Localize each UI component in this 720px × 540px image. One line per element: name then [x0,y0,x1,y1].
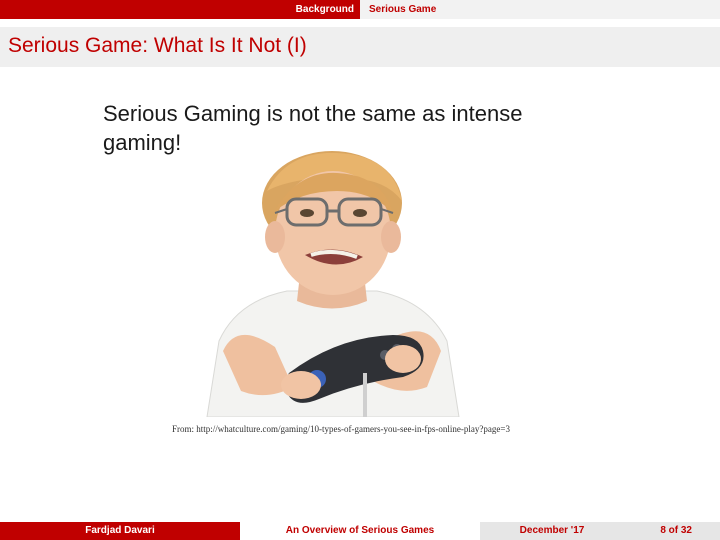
boy-with-game-controller-photo [197,151,467,417]
slide-title-bar: Serious Game: What Is It Not (I) [0,27,720,67]
slide-footer: Fardjad Davari An Overview of Serious Ga… [0,522,720,540]
page-counter: 8 of 32 [660,525,692,536]
slide-statement: Serious Gaming is not the same as intens… [103,101,523,155]
footer-author: Fardjad Davari [0,522,240,540]
footer-talk-title: An Overview of Serious Games [240,522,480,540]
section-navigation-bar: Background Serious Game [0,0,720,19]
slide-title: Serious Game: What Is It Not (I) [8,34,307,57]
footer-page-number: 8 of 32 [624,522,720,540]
nav-section-background[interactable]: Background [296,3,354,16]
nav-subsection-serious-game[interactable]: Serious Game [369,3,436,16]
image-source-caption: From: http://whatculture.com/gaming/10-t… [172,424,510,434]
footer-date: December '17 [480,522,624,540]
